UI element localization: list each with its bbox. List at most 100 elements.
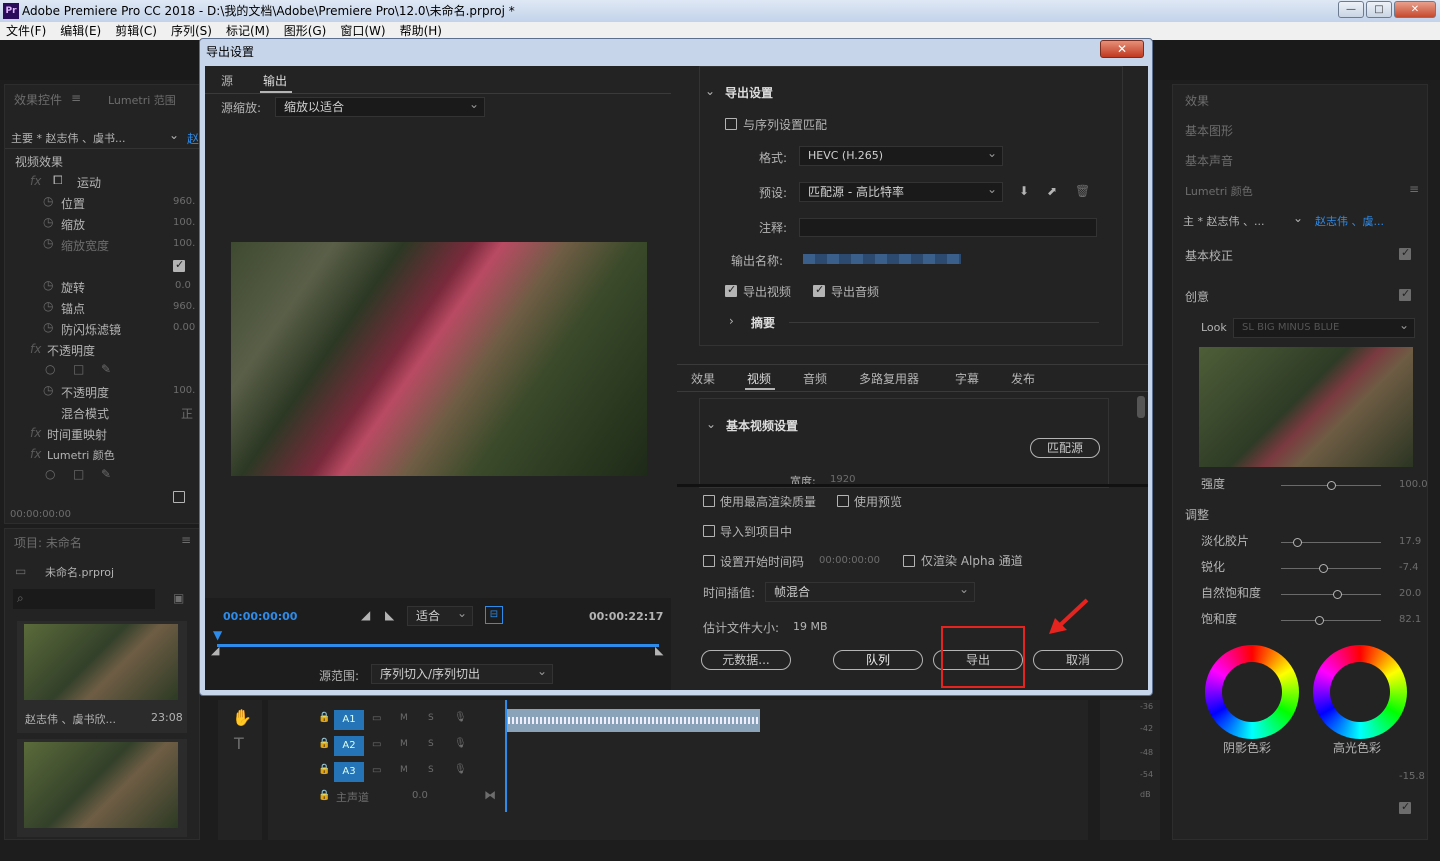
stopwatch-icon[interactable]: ◷ <box>43 278 53 292</box>
tab-effects[interactable]: 效果 <box>691 370 715 387</box>
highlight-tint-wheel[interactable] <box>1313 645 1407 739</box>
cancel-button[interactable]: 取消 <box>1033 650 1123 670</box>
stopwatch-icon[interactable]: ◷ <box>43 320 53 334</box>
stopwatch-icon[interactable]: ◷ <box>43 236 53 250</box>
project-search-input[interactable]: ⌕ <box>13 589 155 609</box>
faded-film-slider[interactable] <box>1281 538 1381 547</box>
track-target-a1[interactable]: A1 <box>334 710 364 730</box>
ellipse-mask-icon[interactable]: ○ <box>45 467 55 481</box>
lock-icon[interactable]: 🔒 <box>318 790 330 801</box>
chevron-down-icon[interactable]: ⌄ <box>169 128 179 142</box>
tab-audio[interactable]: 音频 <box>803 370 827 387</box>
shadow-tint-wheel[interactable] <box>1205 645 1299 739</box>
slider-knob[interactable] <box>1319 564 1328 573</box>
lock-icon[interactable]: 🔒 <box>318 712 330 723</box>
chevron-down-icon[interactable]: ⌄ <box>705 84 715 98</box>
basic-correction-checkbox[interactable] <box>1399 246 1411 260</box>
effect-row-anchor[interactable]: ◷ 锚点 960. <box>5 297 201 318</box>
import-preset-icon[interactable]: ⬈ <box>1047 184 1057 198</box>
sync-lock-icon[interactable]: ▭ <box>372 713 381 724</box>
metadata-button[interactable]: 元数据... <box>701 650 791 670</box>
effect-row-lumetri[interactable]: fx Lumetri 颜色 <box>5 444 201 465</box>
slider-knob[interactable] <box>1315 616 1324 625</box>
tab-lumetri-scopes[interactable]: Lumetri 范围 <box>108 92 176 108</box>
adjust-header[interactable]: 调整 <box>1185 506 1209 523</box>
master-track-value[interactable]: 0.0 <box>412 790 428 801</box>
mute-button[interactable]: M <box>400 713 408 723</box>
effect-controls-timecode[interactable]: 00:00:00:00 <box>10 509 71 520</box>
ellipse-mask-icon[interactable]: ○ <box>45 362 55 376</box>
sharpen-slider[interactable] <box>1281 564 1381 573</box>
fit-select[interactable]: 适合 <box>407 604 473 626</box>
render-alpha-checkbox[interactable] <box>903 555 915 567</box>
export-audio-checkbox[interactable] <box>813 283 825 297</box>
source-scale-select[interactable]: 缩放以适合 <box>275 95 485 117</box>
source-range-select[interactable]: 序列切入/序列切出 <box>371 662 553 684</box>
effect-row-motion[interactable]: fx ⧠ 运动 <box>5 171 201 192</box>
panel-item-essential-sound[interactable]: 基本声音 <box>1185 152 1233 169</box>
project-file-name[interactable]: 未命名.prproj <box>45 564 114 580</box>
maximize-button[interactable]: □ <box>1366 1 1392 18</box>
pen-mask-icon[interactable]: ✎ <box>101 362 111 376</box>
lock-icon[interactable]: 🔒 <box>318 764 330 775</box>
tab-video[interactable]: 视频 <box>747 370 771 387</box>
tab-publish[interactable]: 发布 <box>1011 370 1035 387</box>
effect-row-value[interactable]: 960. <box>173 301 195 312</box>
chevron-down-icon[interactable]: ⌄ <box>1293 211 1303 225</box>
effect-row-flicker[interactable]: ◷ 防闪烁滤镜 0.00 <box>5 318 201 339</box>
intensity-slider[interactable] <box>1281 481 1381 490</box>
time-interpolation-select[interactable]: 帧混合 <box>765 580 975 602</box>
rectangle-mask-icon[interactable]: □ <box>73 362 84 376</box>
effect-row-value[interactable]: 0.0 <box>175 280 191 291</box>
tc-start[interactable]: 00:00:00:00 <box>223 610 297 623</box>
chevron-down-icon[interactable]: ⌄ <box>706 417 716 431</box>
saturation-slider[interactable] <box>1281 616 1381 625</box>
export-video-checkbox[interactable] <box>725 283 737 297</box>
settings-scrollbar[interactable] <box>1137 396 1145 418</box>
creative-checkbox[interactable] <box>1399 287 1411 301</box>
project-title[interactable]: 项目: 未命名 <box>14 534 82 551</box>
faded-film-value[interactable]: 17.9 <box>1399 536 1421 547</box>
track-target-a2[interactable]: A2 <box>334 736 364 756</box>
stopwatch-icon[interactable]: ◷ <box>43 383 53 397</box>
save-preset-icon[interactable]: ⬇ <box>1019 184 1029 198</box>
format-select[interactable]: HEVC (H.265) <box>799 144 1003 166</box>
look-select[interactable]: SL BIG MINUS BLUE <box>1233 316 1415 338</box>
tab-multiplexer[interactable]: 多路复用器 <box>859 370 919 387</box>
panel-item-lumetri-color[interactable]: Lumetri 颜色 <box>1185 183 1253 199</box>
project-clip-item[interactable]: 赵志伟 、虞书欣... 23:08 <box>17 621 187 733</box>
lock-icon[interactable]: 🔒 <box>318 738 330 749</box>
microphone-icon[interactable]: 🎙 <box>454 764 467 775</box>
audio-clip[interactable] <box>506 709 760 732</box>
new-bin-icon[interactable]: ▣ <box>173 591 184 605</box>
sync-lock-icon[interactable]: ▭ <box>372 765 381 776</box>
use-previews-checkbox[interactable] <box>837 495 849 507</box>
microphone-icon[interactable]: 🎙 <box>454 738 467 749</box>
effect-row-scale-width[interactable]: ◷ 缩放宽度 100. <box>5 234 201 255</box>
menu-file[interactable]: 文件(F) <box>6 22 46 40</box>
go-to-out-icon[interactable]: ⧓ <box>484 788 496 802</box>
vibrance-value[interactable]: 20.0 <box>1399 588 1421 599</box>
sharpen-value[interactable]: -7.4 <box>1399 562 1419 573</box>
track-target-a3[interactable]: A3 <box>334 762 364 782</box>
hamburger-menu-icon[interactable]: ≡ <box>1409 182 1419 196</box>
clip-selector[interactable]: 主要 * 赵志伟 、虞书... <box>11 130 125 146</box>
comment-input[interactable] <box>799 218 1097 237</box>
panel-item-effects[interactable]: 效果 <box>1185 92 1209 109</box>
hamburger-menu-icon[interactable]: ≡ <box>71 91 81 105</box>
sequence-item[interactable] <box>17 739 187 837</box>
menu-edit[interactable]: 编辑(E) <box>60 22 101 40</box>
lumetri-clip-selector[interactable]: 主 * 赵志伟 、... <box>1183 213 1264 229</box>
import-into-project-checkbox[interactable] <box>703 525 715 537</box>
basic-correction-header[interactable]: 基本校正 <box>1185 247 1233 264</box>
mute-button[interactable]: M <box>400 739 408 749</box>
effect-row-value[interactable]: 100. <box>173 238 195 249</box>
menu-clip[interactable]: 剪辑(C) <box>115 22 157 40</box>
playhead[interactable] <box>505 700 507 812</box>
match-sequence-checkbox[interactable] <box>725 118 737 130</box>
effect-row-value[interactable]: 100. <box>173 217 195 228</box>
output-name-link[interactable] <box>803 254 961 264</box>
lumetri-clip-link[interactable]: 赵志伟 、虞... <box>1315 213 1384 229</box>
summary-header[interactable]: 摘要 <box>751 314 775 331</box>
rectangle-mask-icon[interactable]: □ <box>73 467 84 481</box>
